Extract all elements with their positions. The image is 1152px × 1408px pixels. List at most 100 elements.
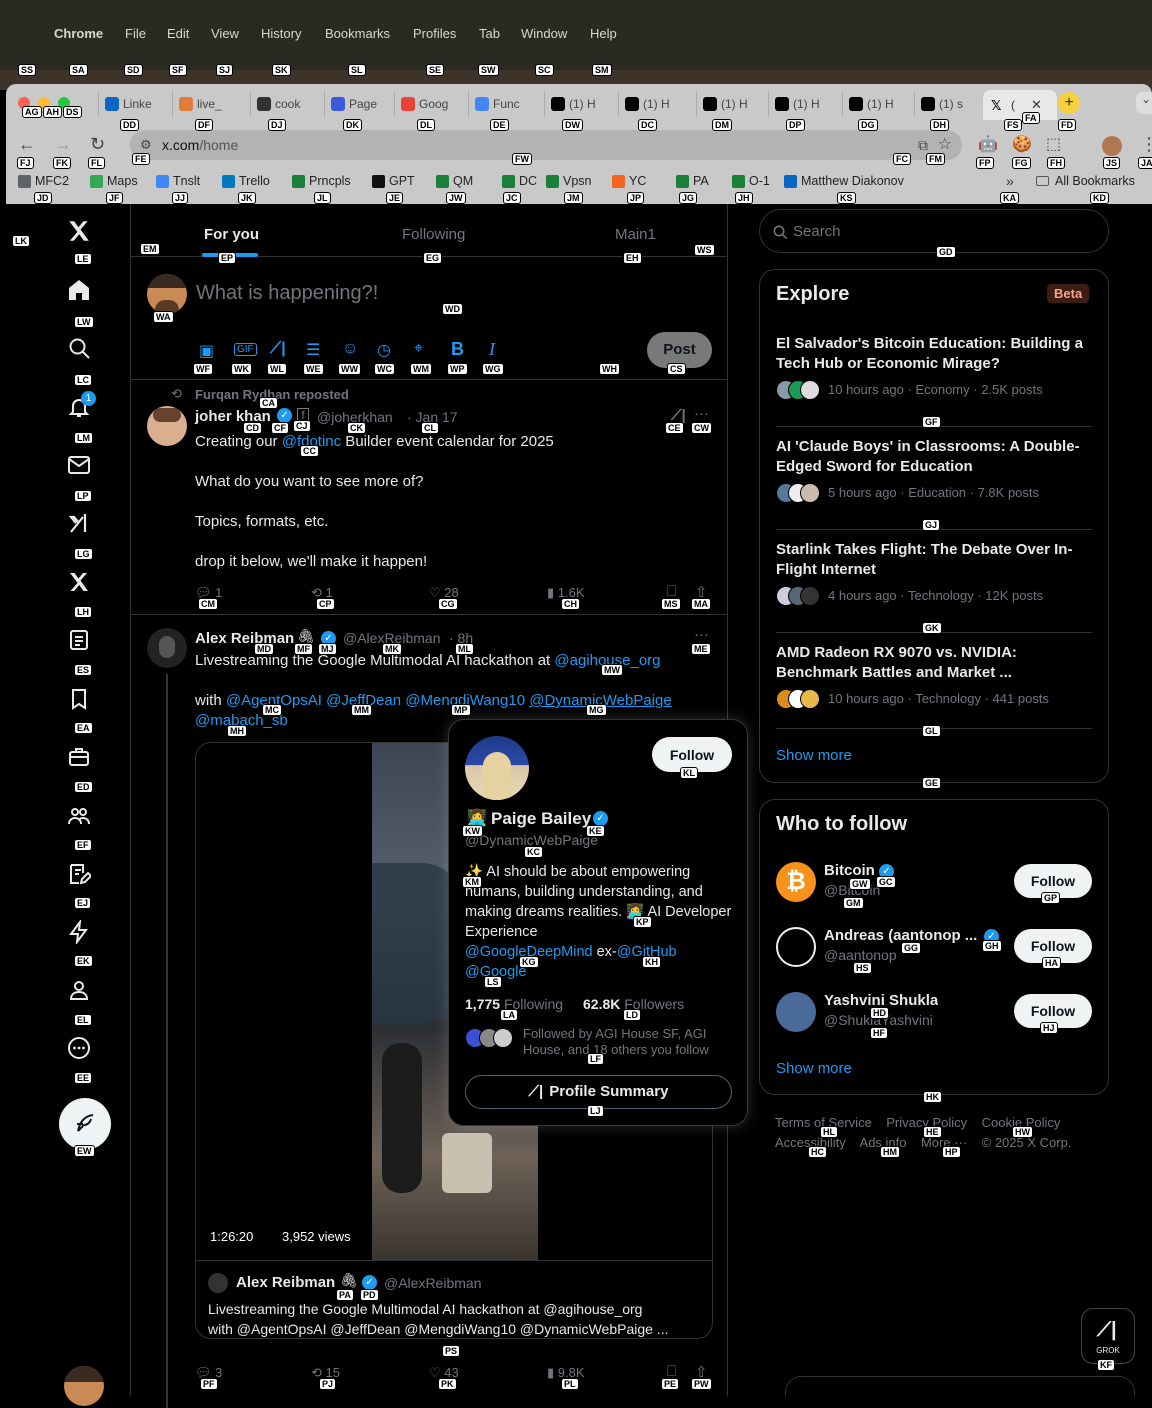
tweet2-avatar[interactable] — [147, 628, 187, 668]
tab-8[interactable]: (1) H — [618, 91, 688, 117]
explore-search-icon[interactable] — [66, 335, 92, 361]
communities-icon[interactable] — [66, 803, 92, 829]
tab-close-icon[interactable]: ✕ — [1031, 97, 1042, 113]
tab-11[interactable]: (1) H — [842, 91, 906, 117]
menu-tab[interactable]: Tab — [479, 26, 500, 41]
profile-summary-button[interactable]: ⟋| Profile Summary — [465, 1075, 732, 1109]
bookmark-item[interactable]: Prncpls — [292, 174, 351, 188]
messages-drawer[interactable] — [785, 1376, 1135, 1396]
bookmark-item[interactable]: O-1 — [732, 174, 770, 188]
jobs-briefcase-icon[interactable] — [66, 744, 92, 770]
trend-item[interactable]: El Salvador's Bitcoin Education: Buildin… — [776, 334, 1092, 400]
bookmark-item[interactable]: Matthew Diakonov — [784, 174, 904, 188]
bookmark-item[interactable]: Trello — [222, 174, 270, 188]
profile-person-icon[interactable] — [66, 977, 92, 1003]
menu-bookmarks[interactable]: Bookmarks — [325, 26, 390, 41]
menu-app-name[interactable]: Chrome — [54, 26, 103, 41]
tab-6[interactable]: Func — [468, 91, 536, 117]
hovercard-followed-by[interactable]: Followed by AGI House SF, AGI House, and… — [523, 1026, 733, 1058]
trend-item[interactable]: AI 'Claude Boys' in Classrooms: A Double… — [776, 437, 1092, 503]
profile-avatar[interactable] — [1102, 136, 1122, 156]
schedule-icon[interactable]: ◷ — [377, 340, 391, 360]
tab-10[interactable]: (1) H — [768, 91, 834, 117]
grok-floating-button[interactable]: ⟋| GROK — [1081, 1308, 1135, 1364]
reload-icon[interactable]: ↻ — [90, 134, 105, 155]
chrome-menu-icon[interactable]: ⋮ — [1140, 134, 1152, 155]
lists-icon[interactable] — [66, 627, 92, 653]
account-avatar[interactable] — [64, 1366, 104, 1406]
back-icon[interactable]: ← — [18, 134, 36, 155]
bookmark-item[interactable]: DC — [502, 174, 537, 188]
explore-show-more[interactable]: Show more — [776, 747, 852, 764]
extension-cookie-icon[interactable]: 🍪 — [1012, 134, 1032, 154]
tab-12[interactable]: (1) s — [914, 91, 980, 117]
tab-1[interactable]: Linke — [98, 91, 164, 117]
x-home-logo-icon[interactable] — [66, 218, 92, 244]
compose-post-button[interactable] — [59, 1098, 111, 1150]
menu-help[interactable]: Help — [590, 26, 617, 41]
bookmark-item[interactable]: MFC2 — [18, 174, 69, 188]
bookmark-item[interactable]: Tnslt — [156, 174, 200, 188]
hovercard-name[interactable]: Paige Bailey — [491, 809, 591, 829]
notifications-bell-icon[interactable]: 1 — [66, 391, 96, 420]
all-bookmarks[interactable]: All Bookmarks — [1036, 174, 1146, 188]
tab-9[interactable]: (1) H — [696, 91, 760, 117]
hint-label: GK — [922, 622, 942, 634]
emoji-icon[interactable]: ☺ — [342, 340, 358, 358]
extension-robot-icon[interactable]: 🤖 — [978, 134, 998, 154]
messages-envelope-icon[interactable] — [66, 452, 92, 478]
premium-x-icon[interactable] — [66, 569, 92, 595]
menu-history[interactable]: History — [261, 26, 301, 41]
tab-following[interactable]: Following — [402, 226, 465, 243]
location-icon[interactable]: ⌖ — [414, 340, 423, 358]
more-options-icon[interactable]: ··· — [694, 626, 709, 643]
gif-icon[interactable]: GIF — [234, 343, 257, 356]
tab-3[interactable]: cook — [250, 91, 316, 117]
more-circle-icon[interactable] — [66, 1035, 92, 1061]
more-options-icon[interactable]: ··· — [694, 405, 709, 422]
extensions-puzzle-icon[interactable]: ⬚ — [1046, 134, 1061, 154]
grok-icon[interactable] — [66, 510, 92, 536]
tab-for-you[interactable]: For you — [204, 226, 259, 243]
italic-icon[interactable]: I — [489, 339, 495, 360]
tab-main1[interactable]: Main1 — [615, 226, 656, 243]
address-bar[interactable]: ⚙ x.com/home ⧉ ☆ — [130, 130, 962, 160]
tweet2-author-name[interactable]: Alex Reibman — [195, 630, 294, 647]
search-input[interactable] — [793, 220, 1093, 242]
trend-item[interactable]: AMD Radeon RX 9070 vs. NVIDIA: Benchmark… — [776, 643, 1092, 709]
media-image-icon[interactable]: ▣ — [199, 341, 214, 361]
menu-window[interactable]: Window — [521, 26, 567, 41]
bookmark-item[interactable]: YC — [612, 174, 646, 188]
poll-icon[interactable]: ☰ — [306, 340, 320, 360]
bookmarks-overflow-icon[interactable]: » — [1006, 173, 1014, 189]
bookmark-item[interactable]: Maps — [90, 174, 138, 188]
forward-icon[interactable]: → — [54, 134, 72, 155]
tab-4[interactable]: Page — [324, 91, 388, 117]
menu-view[interactable]: View — [211, 26, 239, 41]
menu-profiles[interactable]: Profiles — [413, 26, 456, 41]
articles-edit-icon[interactable] — [66, 861, 92, 887]
menu-edit[interactable]: Edit — [167, 26, 189, 41]
new-tab-button[interactable]: + — [1058, 92, 1080, 114]
bookmarks-icon[interactable] — [66, 686, 92, 712]
verified-orgs-lightning-icon[interactable] — [66, 919, 92, 945]
tab-active[interactable]: 𝕏 ( ✕ — [983, 90, 1057, 120]
menu-file[interactable]: File — [125, 26, 146, 41]
who-to-follow-show-more[interactable]: Show more — [776, 1060, 852, 1077]
bookmark-item[interactable]: QM — [436, 174, 473, 188]
bookmark-item[interactable]: Vpsn — [546, 174, 592, 188]
search-bar[interactable] — [759, 209, 1109, 253]
tab-7[interactable]: (1) H — [544, 91, 610, 117]
bold-icon[interactable]: B — [451, 339, 464, 360]
bookmark-item[interactable]: GPT — [372, 174, 415, 188]
tab-2[interactable]: live_ — [172, 91, 242, 117]
hovercard-avatar[interactable] — [465, 736, 529, 800]
tab-5[interactable]: Goog — [394, 91, 460, 117]
bookmark-item[interactable]: PA — [676, 174, 709, 188]
tweet1-avatar[interactable] — [147, 406, 187, 446]
compose-input[interactable]: What is happening?! — [196, 282, 378, 305]
tab-search-icon[interactable]: ⌄ — [1136, 92, 1152, 114]
trend-item[interactable]: Starlink Takes Flight: The Debate Over I… — [776, 540, 1092, 606]
home-icon[interactable] — [66, 277, 92, 303]
grok-compose-icon[interactable]: ⟋| — [270, 340, 286, 358]
